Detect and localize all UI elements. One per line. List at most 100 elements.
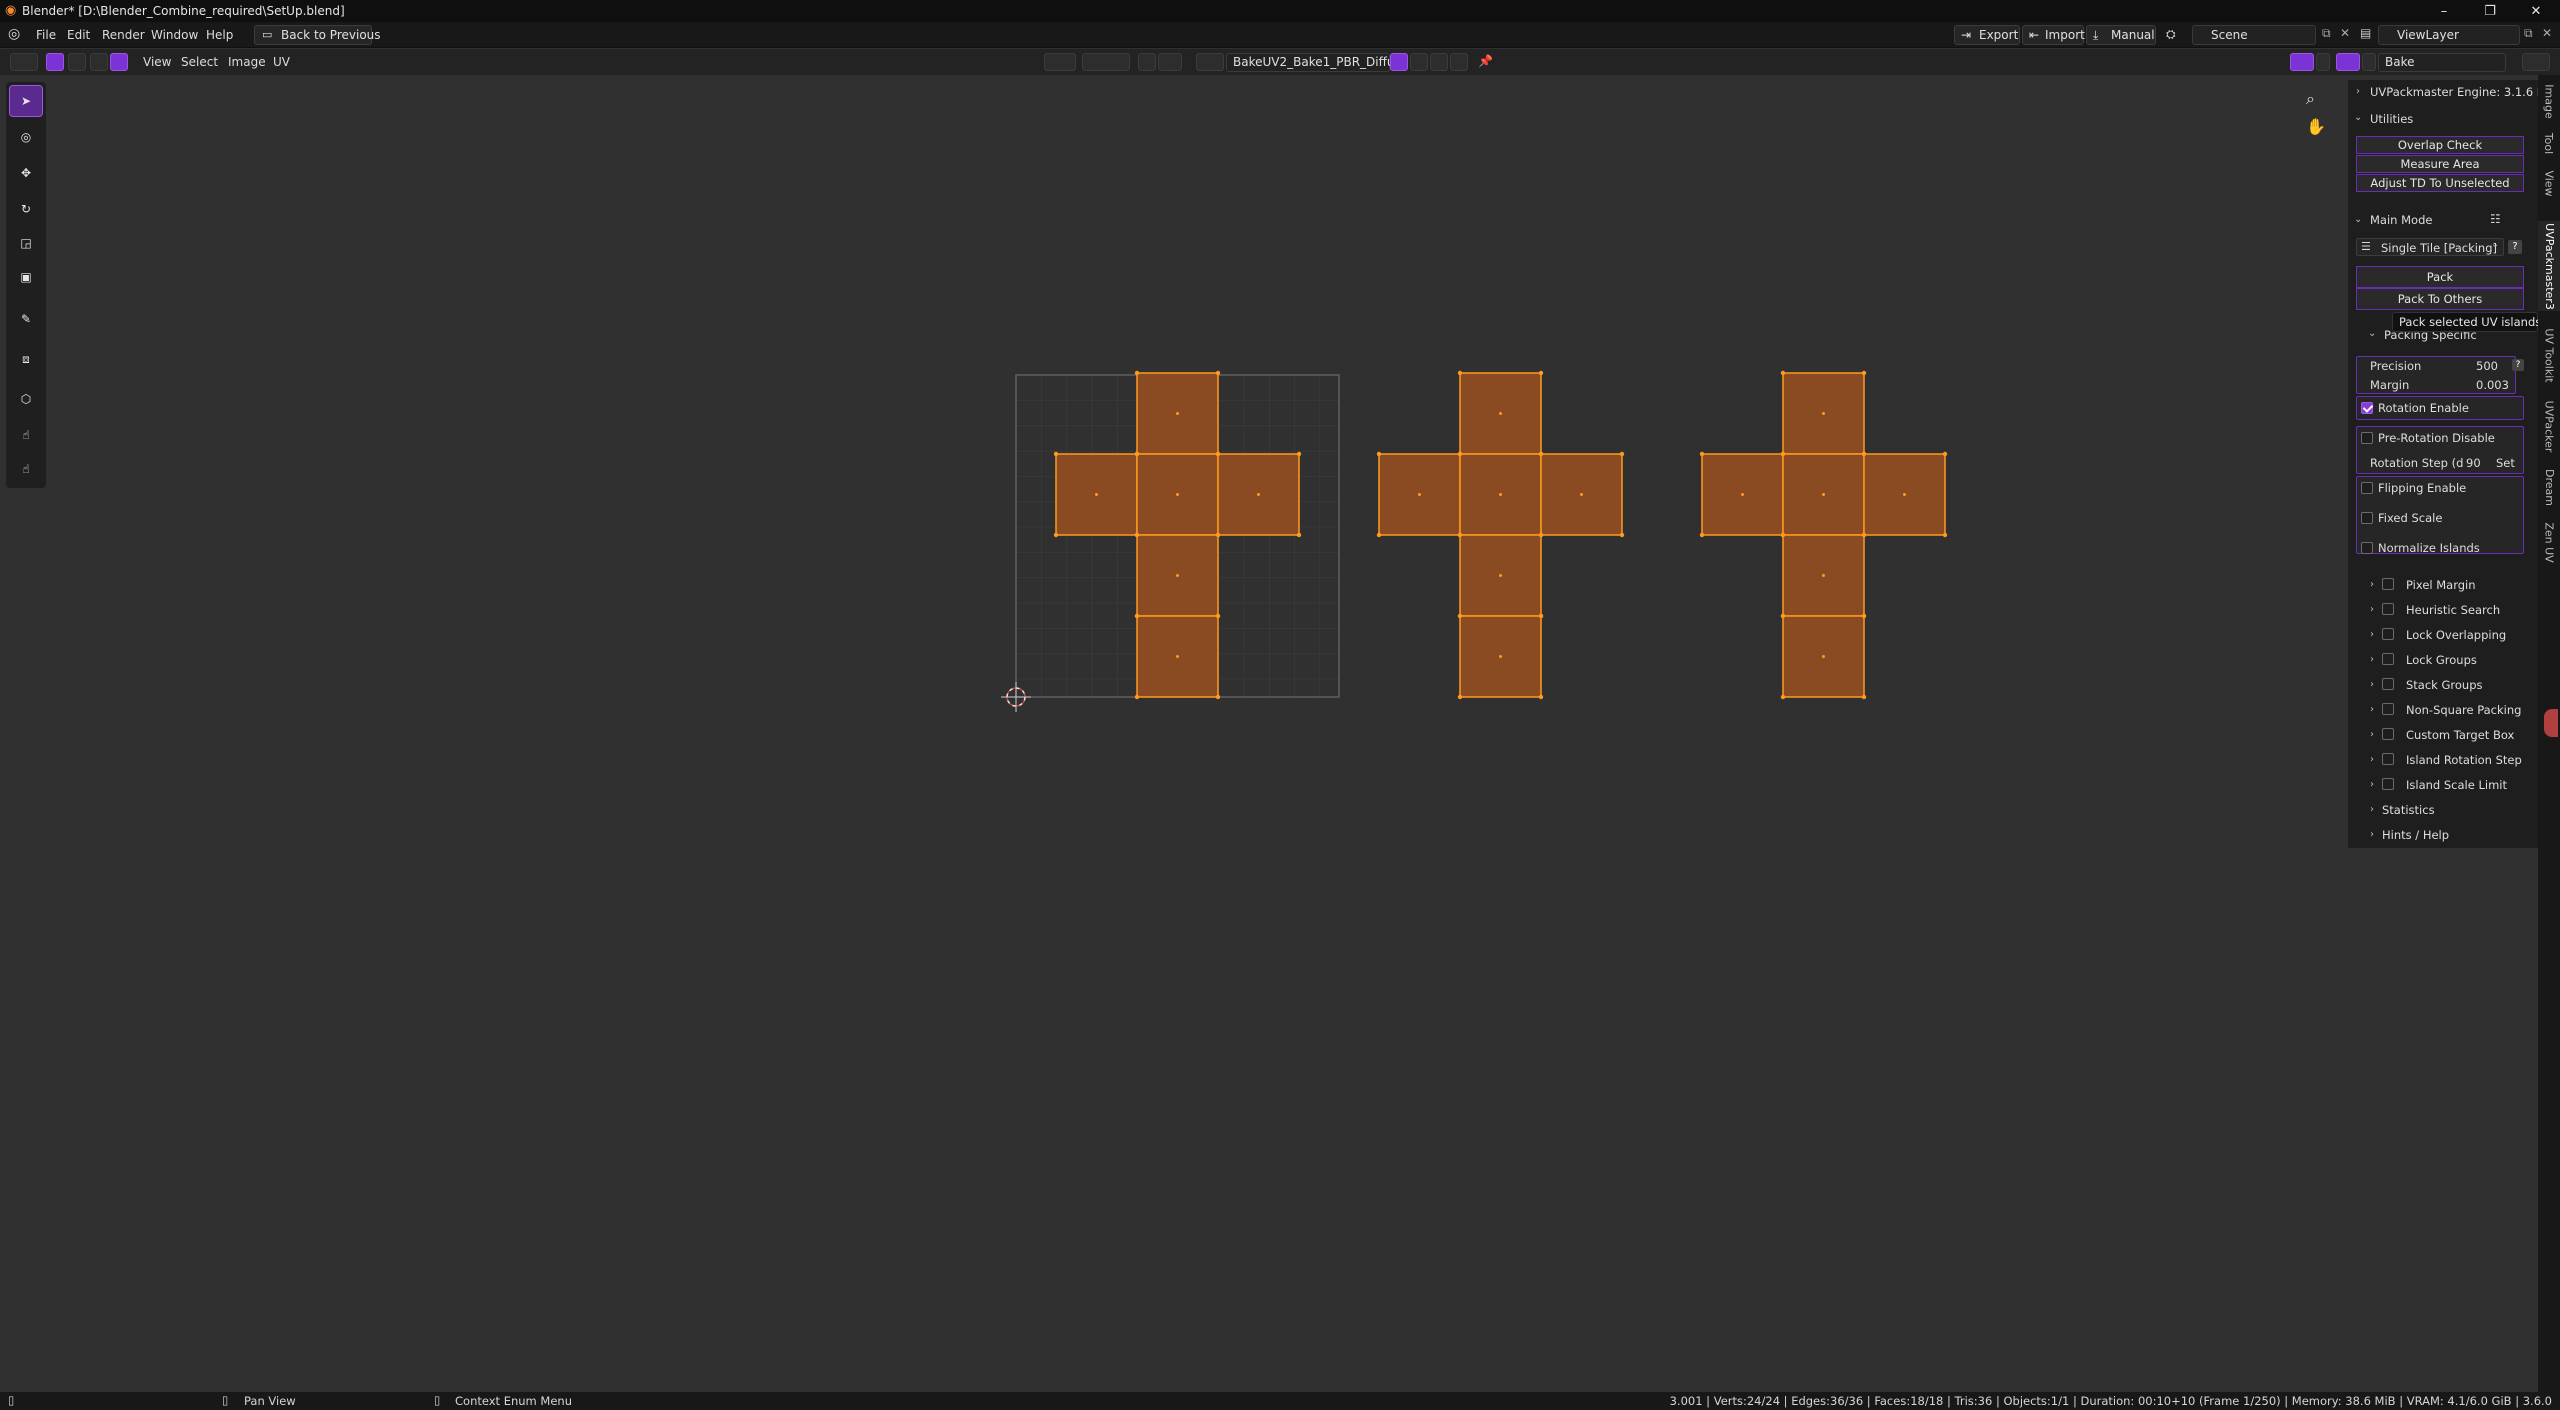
lock-groups-label[interactable]: Lock Groups xyxy=(2406,653,2477,667)
grab-tool[interactable]: ⬡ xyxy=(10,384,42,414)
non-square-packing-label[interactable]: Non-Square Packing xyxy=(2406,703,2521,717)
menu-help[interactable]: Help xyxy=(206,26,233,44)
fake-user-icon[interactable] xyxy=(1390,53,1408,71)
uv-vertex[interactable] xyxy=(1780,451,1786,457)
lock-overlapping-checkbox[interactable] xyxy=(2382,628,2394,640)
tab-uvpacker[interactable]: UVPacker xyxy=(2538,393,2560,459)
lock-overlapping-label[interactable]: Lock Overlapping xyxy=(2406,628,2506,642)
uv-vertex[interactable] xyxy=(1053,532,1059,538)
uv-vertex[interactable] xyxy=(1296,451,1302,457)
flipping-enable-checkbox[interactable] xyxy=(2361,482,2373,494)
back-to-previous-button[interactable]: ▭ Back to Previous xyxy=(254,25,381,45)
adjust-td-button[interactable]: Adjust TD To Unselected xyxy=(2356,174,2524,192)
utilities-collapse-icon[interactable]: ⌄ xyxy=(2354,112,2362,123)
uv-vertex[interactable] xyxy=(1457,532,1463,538)
tab-uvpackmaster3[interactable]: UVPackmaster3 xyxy=(2538,221,2560,311)
uv-vertex[interactable] xyxy=(1780,613,1786,619)
uv-vertex[interactable] xyxy=(1134,694,1140,700)
uv-sync-icon[interactable] xyxy=(46,53,64,71)
precision-value[interactable]: 500 xyxy=(2476,359,2498,373)
menu-image[interactable]: Image xyxy=(228,53,266,71)
uv-vertex[interactable] xyxy=(1215,694,1221,700)
expand-icon[interactable]: › xyxy=(2370,829,2374,840)
export-button[interactable]: ⇥ Export xyxy=(1954,25,2020,45)
uv-vertex[interactable] xyxy=(1053,451,1059,457)
set-button[interactable]: Set xyxy=(2496,456,2515,470)
delete-scene-icon[interactable]: ✕ xyxy=(2340,26,2350,40)
uv-vertex[interactable] xyxy=(1861,613,1867,619)
island-rotation-step-checkbox[interactable] xyxy=(2382,753,2394,765)
uv-vertex[interactable] xyxy=(1134,532,1140,538)
new-scene-icon[interactable]: ⧉ xyxy=(2322,26,2331,41)
stack-groups-checkbox[interactable] xyxy=(2382,678,2394,690)
new-image-icon[interactable] xyxy=(1410,53,1428,71)
expand-icon[interactable]: › xyxy=(2370,629,2374,640)
uv-vertex[interactable] xyxy=(1296,532,1302,538)
blender-menu-icon[interactable]: ◎ xyxy=(8,26,20,42)
expand-icon[interactable]: › xyxy=(2370,679,2374,690)
manual-button[interactable]: ⤓ Manual xyxy=(2086,25,2156,45)
non-square-packing-checkbox[interactable] xyxy=(2382,703,2394,715)
hints-help-label[interactable]: Hints / Help xyxy=(2382,828,2449,842)
expand-icon[interactable]: › xyxy=(2370,754,2374,765)
uv-map-field[interactable]: Bake xyxy=(2378,53,2506,72)
move-tool[interactable]: ✥ xyxy=(10,158,42,188)
measure-area-button[interactable]: Measure Area xyxy=(2356,155,2524,173)
packing-specific-collapse-icon[interactable]: ⌄ xyxy=(2368,328,2376,339)
main-mode-collapse-icon[interactable]: ⌄ xyxy=(2354,214,2362,225)
scene-icon[interactable]: ⛭ xyxy=(2166,27,2176,42)
menu-view[interactable]: View xyxy=(143,53,171,71)
uv-vertex[interactable] xyxy=(1376,451,1382,457)
uv-vertex[interactable] xyxy=(1699,532,1705,538)
zoom-icon[interactable]: ⌕ xyxy=(2306,89,2315,109)
uv-vertex[interactable] xyxy=(1538,613,1544,619)
image-name-field[interactable]: BakeUV2_Bake1_PBR_Diffuse xyxy=(1226,53,1408,72)
uv-vertex[interactable] xyxy=(1780,694,1786,700)
relax-tool[interactable]: ☝ xyxy=(10,420,42,450)
expand-icon[interactable]: › xyxy=(2370,654,2374,665)
new-view-layer-icon[interactable]: ⧉ xyxy=(2524,26,2533,41)
menu-render[interactable]: Render xyxy=(102,26,145,44)
pixel-margin-label[interactable]: Pixel Margin xyxy=(2406,578,2476,592)
menu-edit[interactable]: Edit xyxy=(67,26,90,44)
fixed-scale-checkbox[interactable] xyxy=(2361,512,2373,524)
uv-viewport[interactable]: ⌕ ✋ xyxy=(0,75,2538,1392)
pinch-tool[interactable]: ☝ xyxy=(10,454,42,484)
rotate-tool[interactable]: ↻ xyxy=(10,194,42,224)
select-box-tool[interactable]: ➤ xyxy=(9,85,43,117)
uv-vertex[interactable] xyxy=(1457,694,1463,700)
pixel-margin-checkbox[interactable] xyxy=(2382,578,2394,590)
uv-vertex[interactable] xyxy=(1134,370,1140,376)
tab-uv-toolkit[interactable]: UV Toolkit xyxy=(2538,323,2560,387)
island-scale-limit-label[interactable]: Island Scale Limit xyxy=(2406,778,2507,792)
uv-vertex[interactable] xyxy=(1538,694,1544,700)
heuristic-search-label[interactable]: Heuristic Search xyxy=(2406,603,2500,617)
precision-help-icon[interactable]: ? xyxy=(2512,359,2524,371)
uv-islands[interactable] xyxy=(1053,370,1948,700)
uv-vertex[interactable] xyxy=(1215,613,1221,619)
minimize-button[interactable]: – xyxy=(2424,0,2464,22)
uv-vertex[interactable] xyxy=(1861,694,1867,700)
vertex-select-icon[interactable] xyxy=(68,53,86,71)
uv-vertex[interactable] xyxy=(1457,451,1463,457)
import-button[interactable]: ⇤ Import xyxy=(2022,25,2085,45)
open-image-icon[interactable] xyxy=(1430,53,1448,71)
uv-vertex[interactable] xyxy=(1215,451,1221,457)
menu-select[interactable]: Select xyxy=(181,53,218,71)
snapping-icon[interactable] xyxy=(1082,53,1130,71)
menu-file[interactable]: File xyxy=(36,26,56,44)
overlay-icon[interactable] xyxy=(2336,53,2360,71)
uv-vertex[interactable] xyxy=(1538,370,1544,376)
mode-dropdown[interactable]: ☰ Single Tile [Packing] ⌄ xyxy=(2356,238,2504,256)
rip-tool[interactable]: ⧈ xyxy=(10,344,42,374)
uv-vertex[interactable] xyxy=(1780,370,1786,376)
transform-tool[interactable]: ▣ xyxy=(10,262,42,292)
edge-select-icon[interactable] xyxy=(90,53,108,71)
pivot-icon[interactable] xyxy=(1044,53,1076,71)
sidebar-toggle-icon[interactable] xyxy=(2522,53,2550,71)
overlap-check-button[interactable]: Overlap Check xyxy=(2356,136,2524,154)
island-rotation-step-label[interactable]: Island Rotation Step xyxy=(2406,753,2522,767)
close-button[interactable]: ✕ xyxy=(2516,0,2556,22)
uv-vertex[interactable] xyxy=(1861,451,1867,457)
tab-dream[interactable]: Dream xyxy=(2538,463,2560,511)
